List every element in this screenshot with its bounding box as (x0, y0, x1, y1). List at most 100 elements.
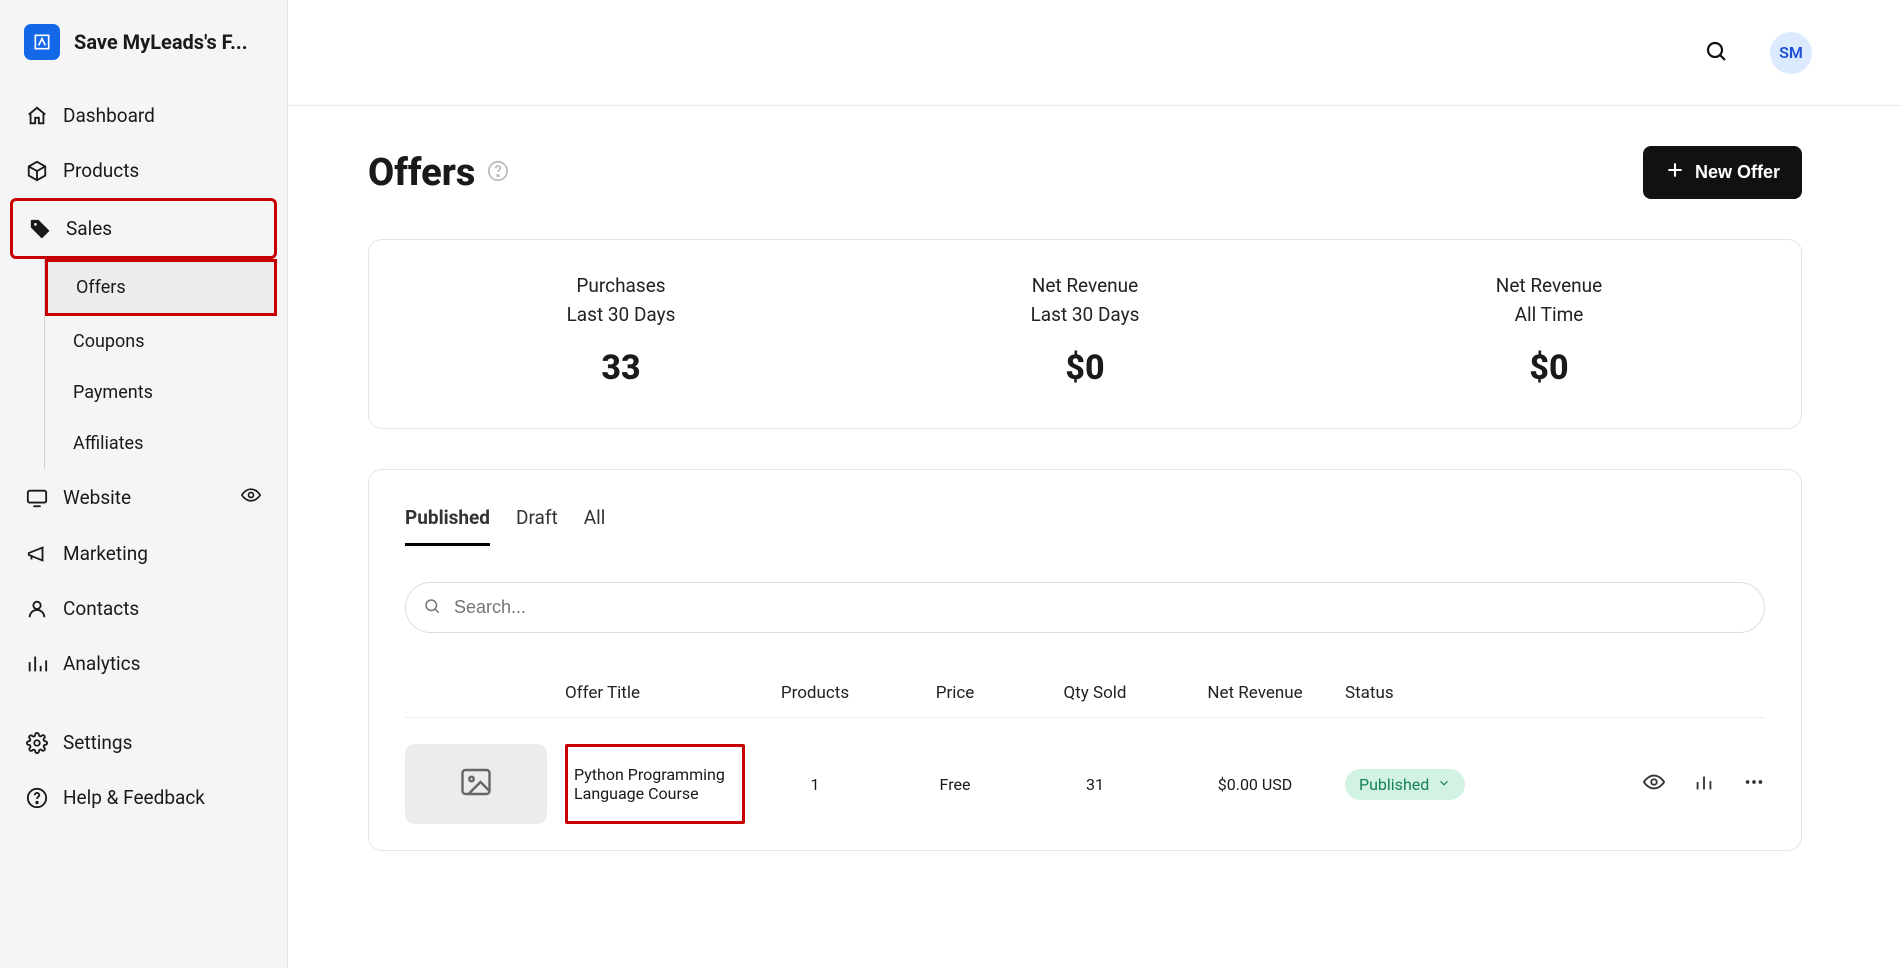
col-products: Products (745, 683, 885, 703)
stats-card: Purchases Last 30 Days 33 Net Revenue La… (368, 239, 1802, 429)
tab-label: All (584, 506, 606, 529)
nav-label: Sales (66, 217, 112, 240)
sidebar-item-settings[interactable]: Settings (10, 715, 277, 770)
stat-net-30: Net Revenue Last 30 Days $0 (853, 274, 1317, 388)
stat-value: 33 (601, 348, 640, 388)
nav-main: Dashboard Products Sales Offers Coupons … (10, 88, 277, 950)
sidebar-item-contacts[interactable]: Contacts (10, 581, 277, 636)
avatar-initials: SM (1779, 43, 1803, 62)
bar-chart-icon (26, 653, 48, 675)
view-action[interactable] (1643, 771, 1665, 797)
search-wrap (405, 582, 1765, 633)
nav-label: Settings (63, 731, 132, 754)
status-label: Published (1359, 775, 1429, 794)
sidebar-item-sales[interactable]: Sales (10, 198, 277, 259)
offer-thumbnail (405, 744, 547, 824)
eye-icon[interactable] (241, 485, 261, 510)
subnav-item-coupons[interactable]: Coupons (45, 316, 277, 367)
nav-label: Help & Feedback (63, 786, 205, 809)
subnav-label: Coupons (73, 331, 145, 352)
subnav-item-payments[interactable]: Payments (45, 367, 277, 418)
stat-net-all: Net Revenue All Time $0 (1317, 274, 1781, 388)
stat-value: $0 (1529, 348, 1568, 388)
stat-sub: Last 30 Days (1031, 303, 1140, 326)
page-header: Offers New Offer (368, 146, 1802, 199)
nav-label: Dashboard (63, 104, 155, 127)
sidebar: Save MyLeads's F... Dashboard Products S… (0, 0, 288, 968)
sales-subnav: Offers Coupons Payments Affiliates (44, 259, 277, 469)
cell-price: Free (885, 775, 1025, 794)
cell-products: 1 (745, 775, 885, 794)
sidebar-item-analytics[interactable]: Analytics (10, 636, 277, 691)
stat-value: $0 (1065, 348, 1104, 388)
topbar-search-button[interactable] (1698, 33, 1734, 72)
offer-title-cell[interactable]: Python Programming Language Course (565, 744, 745, 824)
col-qty: Qty Sold (1025, 683, 1165, 703)
home-icon (26, 105, 48, 127)
col-net: Net Revenue (1165, 683, 1345, 703)
tag-icon (29, 218, 51, 240)
image-icon (458, 764, 494, 804)
plus-icon (1665, 160, 1685, 185)
table-header: Offer Title Products Price Qty Sold Net … (405, 669, 1765, 718)
table-card: Published Draft All Offer Title Products… (368, 469, 1802, 851)
nav-label: Analytics (63, 652, 140, 675)
megaphone-icon (26, 543, 48, 565)
search-icon (423, 597, 441, 619)
page-title: Offers (368, 151, 475, 195)
sidebar-item-help[interactable]: Help & Feedback (10, 770, 277, 825)
more-action[interactable] (1743, 771, 1765, 797)
status-pill[interactable]: Published (1345, 769, 1465, 800)
chevron-down-icon (1437, 775, 1451, 794)
subnav-item-affiliates[interactable]: Affiliates (45, 418, 277, 469)
brand-title: Save MyLeads's F... (74, 30, 248, 54)
nav-label: Products (63, 159, 139, 182)
monitor-icon (26, 487, 48, 509)
nav-label: Contacts (63, 597, 139, 620)
stats-action[interactable] (1693, 771, 1715, 797)
stat-sub: Last 30 Days (567, 303, 676, 326)
sidebar-item-products[interactable]: Products (10, 143, 277, 198)
stat-label: Net Revenue (1032, 274, 1138, 297)
avatar[interactable]: SM (1770, 32, 1812, 74)
help-circle-icon[interactable] (487, 160, 509, 186)
search-icon (1704, 51, 1728, 66)
cube-icon (26, 160, 48, 182)
topbar: SM (288, 0, 1902, 106)
row-actions (1565, 771, 1765, 797)
tab-all[interactable]: All (584, 506, 606, 546)
button-label: New Offer (1695, 162, 1780, 183)
tab-draft[interactable]: Draft (516, 506, 558, 546)
col-status: Status (1345, 683, 1565, 703)
cell-qty: 31 (1025, 775, 1165, 794)
subnav-label: Offers (76, 277, 126, 298)
user-icon (26, 598, 48, 620)
new-offer-button[interactable]: New Offer (1643, 146, 1802, 199)
main: SM Offers New Offer (288, 0, 1902, 968)
tabs: Published Draft All (405, 506, 1765, 546)
sidebar-item-dashboard[interactable]: Dashboard (10, 88, 277, 143)
stat-purchases: Purchases Last 30 Days 33 (389, 274, 853, 388)
nav-label: Marketing (63, 542, 148, 565)
help-icon (26, 787, 48, 809)
brand-logo-icon (24, 24, 60, 60)
stat-sub: All Time (1515, 303, 1584, 326)
sidebar-item-marketing[interactable]: Marketing (10, 526, 277, 581)
subnav-item-offers[interactable]: Offers (45, 259, 277, 316)
tab-label: Draft (516, 506, 558, 529)
eye-icon (1643, 778, 1665, 797)
tab-published[interactable]: Published (405, 506, 490, 546)
content: Offers New Offer Purchases Last 30 Days (288, 106, 1902, 891)
stat-label: Net Revenue (1496, 274, 1602, 297)
bar-chart-icon (1693, 778, 1715, 797)
tab-label: Published (405, 506, 490, 529)
brand[interactable]: Save MyLeads's F... (10, 18, 277, 88)
search-input[interactable] (405, 582, 1765, 633)
sidebar-item-website[interactable]: Website (10, 469, 277, 526)
subnav-label: Affiliates (73, 433, 143, 454)
offer-title: Python Programming Language Course (574, 765, 725, 803)
nav-label: Website (63, 486, 131, 509)
table-row[interactable]: Python Programming Language Course 1 Fre… (405, 718, 1765, 850)
stat-label: Purchases (576, 274, 665, 297)
cell-net: $0.00 USD (1165, 775, 1345, 794)
